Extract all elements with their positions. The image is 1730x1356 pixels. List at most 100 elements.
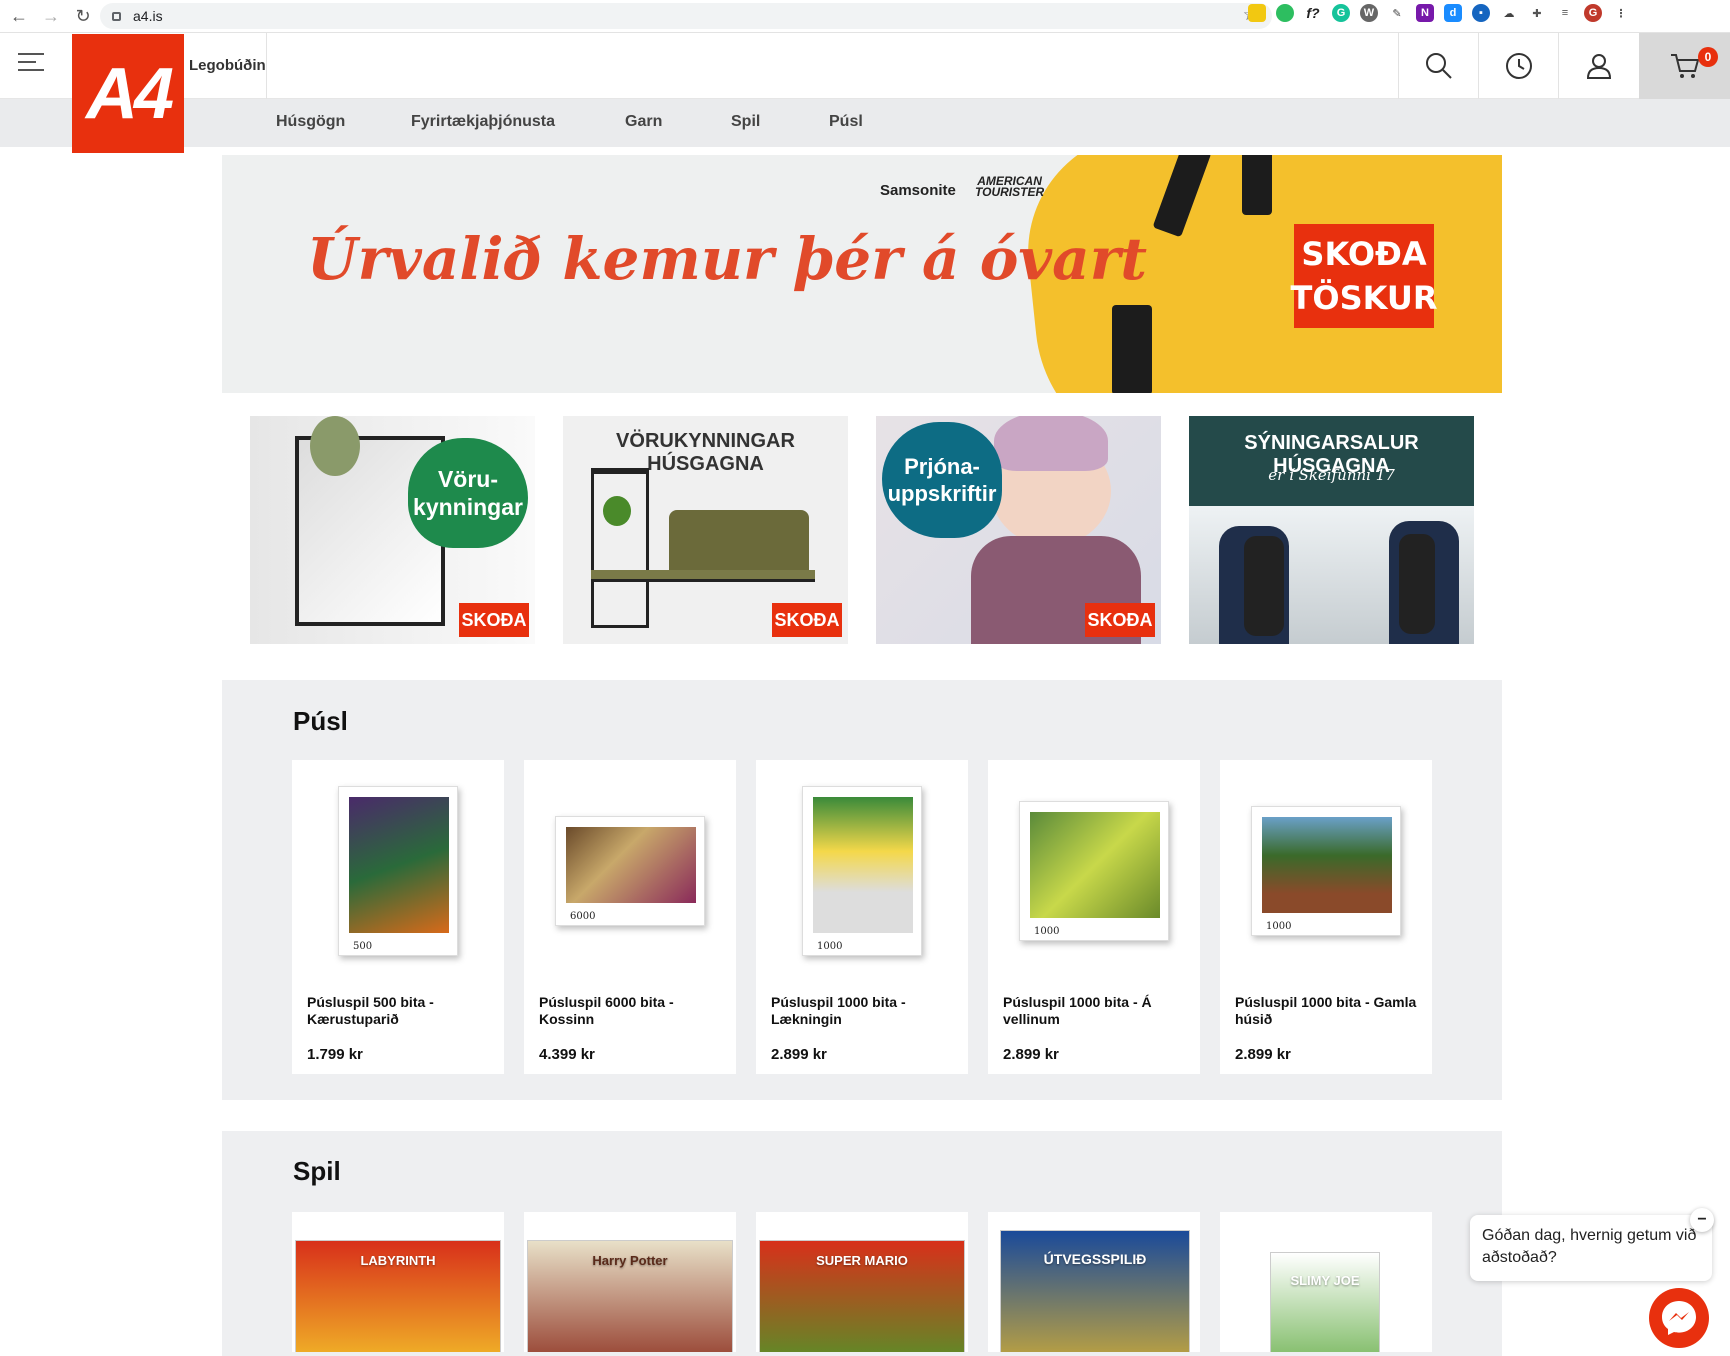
puzzle-artwork: [813, 797, 913, 933]
back-arrow-icon[interactable]: ←: [6, 3, 32, 29]
product-price: 2.899 kr: [1235, 1046, 1291, 1063]
onenote-icon[interactable]: N: [1416, 4, 1434, 22]
shelf-image: [591, 468, 649, 628]
cloud-icon[interactable]: ☁: [1500, 4, 1518, 22]
section-title: Spil: [293, 1156, 341, 1186]
game-card[interactable]: LABYRINTH: [292, 1212, 504, 1352]
bag-strap: [1242, 155, 1272, 215]
lock-icon: [112, 11, 121, 21]
promo-tile-vorukynningar[interactable]: Vöru- kynningar SKOÐA: [250, 416, 535, 644]
tile-skoda-button[interactable]: SKOÐA: [459, 603, 529, 637]
puzzle-icon[interactable]: ✚: [1528, 4, 1546, 22]
product-card[interactable]: 500 Púsluspil 500 bita - Kærustuparið 1.79…: [292, 760, 504, 1074]
game-card[interactable]: ÚTVEGSSPILIÐ: [988, 1212, 1200, 1352]
notes-icon[interactable]: [1248, 4, 1266, 22]
chat-greeting-bubble[interactable]: Góðan dag, hvernig getum við aðstoðað?: [1470, 1215, 1712, 1281]
product-name[interactable]: Púsluspil 6000 bita - Kossinn: [539, 994, 729, 1028]
url-text: a4.is: [133, 8, 163, 24]
promo-tile-vorukynningar-husgagna[interactable]: VÖRUKYNNINGAR HÚSGAGNA SKOÐA: [563, 416, 848, 644]
product-image[interactable]: 1000: [1019, 801, 1169, 941]
shop-bags-button[interactable]: SKOÐA TÖSKUR: [1291, 224, 1437, 328]
game-card[interactable]: SUPER MARIO: [756, 1212, 968, 1352]
cart-button[interactable]: 0: [1639, 33, 1730, 99]
evernote-icon[interactable]: [1276, 4, 1294, 22]
store-name[interactable]: Legobúðin: [189, 57, 266, 74]
search-icon[interactable]: [1399, 33, 1479, 99]
tile-title: Vöru- kynningar: [408, 438, 528, 548]
product-card[interactable]: 1000 Púsluspil 1000 bita - Á vellinum 2.89…: [988, 760, 1200, 1074]
puzzle-artwork: [1262, 817, 1392, 913]
product-name[interactable]: Púsluspil 500 bita - Kærustuparið: [307, 994, 497, 1028]
wordpress-icon[interactable]: W: [1360, 4, 1378, 22]
game-box-image[interactable]: ÚTVEGSSPILIÐ: [1000, 1230, 1190, 1352]
game-box-label: Harry Potter: [592, 1253, 668, 1268]
chat-minimize-button[interactable]: −: [1690, 1208, 1714, 1232]
address-bar[interactable]: a4.is ☆: [100, 3, 1272, 29]
user-account-icon[interactable]: [1559, 33, 1639, 99]
b-icon[interactable]: ▪: [1472, 4, 1490, 22]
product-name[interactable]: Púsluspil 1000 bita - Lækningin: [771, 994, 961, 1028]
game-box-label: SLIMY JOE: [1290, 1273, 1360, 1288]
product-card[interactable]: 1000 Púsluspil 1000 bita - Gamla húsið 2.8…: [1220, 760, 1432, 1074]
formula-icon[interactable]: f?: [1304, 4, 1322, 22]
hero-banner[interactable]: Samsonite AMERICAN TOURISTER Úrvalið kemu…: [222, 155, 1502, 393]
grammarly-icon[interactable]: G: [1332, 4, 1350, 22]
tile-skoda-button[interactable]: SKOÐA: [1085, 603, 1155, 637]
promo-tile-syningarsalur[interactable]: SÝNINGARSALUR HÚSGAGNA er í Skeifunni 17: [1189, 416, 1474, 644]
product-name[interactable]: Púsluspil 1000 bita - Á vellinum: [1003, 994, 1193, 1028]
forward-arrow-icon[interactable]: →: [38, 3, 64, 29]
product-price: 2.899 kr: [771, 1046, 827, 1063]
messenger-chat-button[interactable]: [1649, 1288, 1709, 1348]
hero-tagline: Úrvalið kemur þér á óvart: [307, 225, 1148, 293]
piece-count: 1000: [1266, 921, 1292, 932]
category-pusl[interactable]: Púsl: [829, 113, 863, 131]
history-clock-icon[interactable]: [1479, 33, 1559, 99]
plant-image: [310, 416, 360, 476]
product-card[interactable]: 1000 Púsluspil 1000 bita - Lækningin 2.899…: [756, 760, 968, 1074]
american-tourister-logo: AMERICAN TOURISTER: [975, 174, 1045, 199]
plant-image: [603, 496, 631, 526]
d-icon[interactable]: d: [1444, 4, 1462, 22]
product-image[interactable]: 6000: [555, 816, 705, 926]
game-box-image[interactable]: SLIMY JOE: [1270, 1252, 1380, 1352]
tile-subtitle: er í Skeifunni 17: [1268, 466, 1395, 484]
promo-tile-prjonauppskriftir[interactable]: Prjóna- uppskriftir SKOÐA: [876, 416, 1161, 644]
playlist-icon[interactable]: ≡: [1556, 4, 1574, 22]
product-image[interactable]: 1000: [1251, 806, 1401, 936]
product-price: 1.799 kr: [307, 1046, 363, 1063]
hamburger-menu-icon[interactable]: [18, 53, 44, 75]
product-image[interactable]: 1000: [802, 786, 922, 956]
samsonite-logo: Samsonite: [880, 182, 956, 199]
category-garn[interactable]: Garn: [625, 113, 662, 131]
person-image: [1244, 536, 1284, 636]
pen-icon[interactable]: ✎: [1388, 4, 1406, 22]
category-fyrirtaekjathjonusta[interactable]: Fyrirtækjaþjónusta: [411, 113, 555, 131]
category-husgogn[interactable]: Húsgögn: [276, 113, 345, 131]
tile-title: Prjóna- uppskriftir: [882, 422, 1002, 538]
reload-icon[interactable]: ↻: [70, 3, 96, 29]
category-nav: Húsgögn Fyrirtækjaþjónusta Garn Spil Pús…: [0, 99, 1730, 147]
menu-kebab-icon[interactable]: ⋮: [1612, 4, 1630, 22]
tile-skoda-button[interactable]: SKOÐA: [772, 603, 842, 637]
puzzle-artwork: [566, 827, 696, 903]
puzzle-artwork: [349, 797, 449, 933]
profile-avatar[interactable]: G: [1584, 4, 1602, 22]
game-box-image[interactable]: Harry Potter: [527, 1240, 733, 1352]
game-box-label: ÚTVEGSSPILIÐ: [1043, 1251, 1147, 1267]
product-image[interactable]: 500: [338, 786, 458, 956]
bench-seat: [591, 570, 815, 582]
game-card[interactable]: SLIMY JOE: [1220, 1212, 1432, 1352]
a4-logo[interactable]: A4: [72, 34, 184, 153]
game-card[interactable]: Harry Potter: [524, 1212, 736, 1352]
category-spil[interactable]: Spil: [731, 113, 760, 131]
piece-count: 6000: [570, 911, 596, 922]
game-box-image[interactable]: LABYRINTH: [295, 1240, 501, 1352]
product-card[interactable]: 6000 Púsluspil 6000 bita - Kossinn 4.399 k…: [524, 760, 736, 1074]
person-image: [1399, 534, 1435, 634]
game-box-image[interactable]: SUPER MARIO: [759, 1240, 965, 1352]
piece-count: 500: [353, 941, 373, 952]
product-price: 4.399 kr: [539, 1046, 595, 1063]
cart-icon: [1670, 54, 1699, 78]
product-name[interactable]: Púsluspil 1000 bita - Gamla húsið: [1235, 994, 1425, 1028]
puzzle-artwork: [1030, 812, 1160, 918]
